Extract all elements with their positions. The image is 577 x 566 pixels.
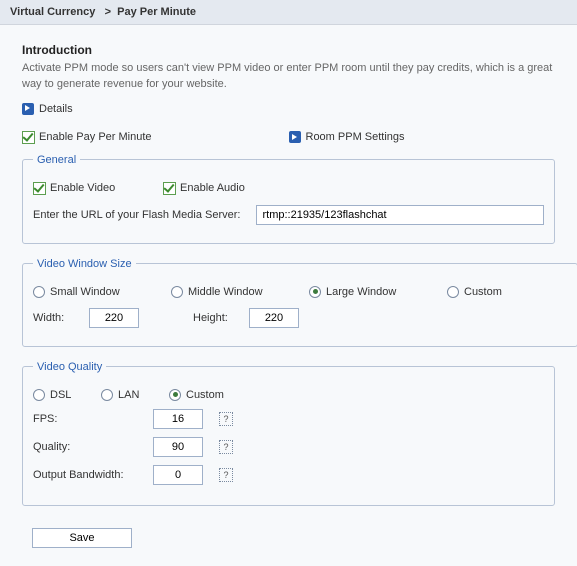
bandwidth-label: Output Bandwidth: <box>33 469 143 481</box>
arrow-icon <box>289 131 301 143</box>
enable-video-checkbox[interactable] <box>33 182 46 195</box>
enable-ppm-checkbox[interactable] <box>22 131 35 144</box>
radio-label: Custom <box>464 286 502 298</box>
intro-title: Introduction <box>22 43 555 57</box>
general-fieldset: General Enable Video Enable Audio Enter … <box>22 154 555 244</box>
window-size-fieldset: Video Window Size Small Window Middle Wi… <box>22 258 577 347</box>
quality-input[interactable] <box>153 437 203 457</box>
radio-icon <box>309 286 321 298</box>
radio-large-window[interactable]: Large Window <box>309 286 429 298</box>
help-icon[interactable]: ? <box>219 468 233 482</box>
quality-label: Quality: <box>33 441 143 453</box>
save-button[interactable]: Save <box>32 528 132 548</box>
url-label: Enter the URL of your Flash Media Server… <box>33 209 240 221</box>
radio-icon <box>447 286 459 298</box>
radio-label: Middle Window <box>188 286 263 298</box>
flash-url-input[interactable] <box>256 205 544 225</box>
breadcrumb: Virtual Currency > Pay Per Minute <box>0 0 577 25</box>
enable-audio-checkbox[interactable] <box>163 182 176 195</box>
room-ppm-link[interactable]: Room PPM Settings <box>289 131 556 143</box>
height-label: Height: <box>193 312 237 324</box>
radio-label: Small Window <box>50 286 120 298</box>
radio-icon <box>169 389 181 401</box>
radio-label: LAN <box>118 389 139 401</box>
details-label[interactable]: Details <box>39 103 73 115</box>
radio-icon <box>33 286 45 298</box>
radio-custom-window[interactable]: Custom <box>447 286 567 298</box>
radio-small-window[interactable]: Small Window <box>33 286 153 298</box>
room-ppm-label[interactable]: Room PPM Settings <box>306 131 405 143</box>
arrow-icon <box>22 103 34 115</box>
radio-label: DSL <box>50 389 71 401</box>
radio-label: Large Window <box>326 286 396 298</box>
help-icon[interactable]: ? <box>219 412 233 426</box>
radio-lan[interactable]: LAN <box>101 389 151 401</box>
width-input[interactable] <box>89 308 139 328</box>
width-label: Width: <box>33 312 77 324</box>
content-area: Introduction Activate PPM mode so users … <box>0 25 577 566</box>
radio-icon <box>171 286 183 298</box>
radio-icon <box>33 389 45 401</box>
breadcrumb-sep: > <box>105 6 111 18</box>
video-quality-legend: Video Quality <box>33 361 106 373</box>
radio-dsl[interactable]: DSL <box>33 389 83 401</box>
enable-audio-label: Enable Audio <box>180 182 245 194</box>
radio-middle-window[interactable]: Middle Window <box>171 286 291 298</box>
bandwidth-input[interactable] <box>153 465 203 485</box>
height-input[interactable] <box>249 308 299 328</box>
breadcrumb-section: Virtual Currency <box>10 6 95 18</box>
enable-video-label: Enable Video <box>50 182 115 194</box>
window-size-legend: Video Window Size <box>33 258 136 270</box>
help-icon[interactable]: ? <box>219 440 233 454</box>
fps-label: FPS: <box>33 413 143 425</box>
fps-input[interactable] <box>153 409 203 429</box>
radio-icon <box>101 389 113 401</box>
intro-text: Activate PPM mode so users can't view PP… <box>22 61 555 93</box>
radio-quality-custom[interactable]: Custom <box>169 389 239 401</box>
breadcrumb-page: Pay Per Minute <box>117 6 196 18</box>
enable-ppm-label: Enable Pay Per Minute <box>39 131 152 143</box>
video-quality-fieldset: Video Quality DSL LAN Custom FPS: ? Qual… <box>22 361 555 506</box>
general-legend: General <box>33 154 80 166</box>
radio-label: Custom <box>186 389 224 401</box>
details-link[interactable]: Details <box>22 103 555 115</box>
